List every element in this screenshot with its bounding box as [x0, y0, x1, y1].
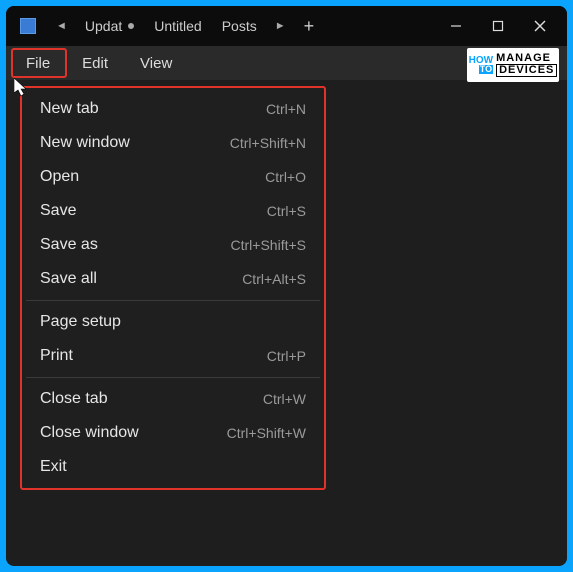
menu-item-shortcut: Ctrl+P — [267, 348, 306, 364]
tab-label: Updat — [85, 18, 122, 34]
menu-item-shortcut: Ctrl+Alt+S — [242, 271, 306, 287]
file-menu-item[interactable]: Save as Ctrl+Shift+S — [22, 228, 324, 262]
maximize-icon — [492, 20, 504, 32]
close-icon — [534, 20, 546, 32]
cursor-icon — [14, 78, 30, 98]
watermark-devices: DEVICES — [496, 64, 557, 77]
tab-1[interactable]: Untitled — [144, 12, 211, 40]
menu-view[interactable]: View — [124, 46, 188, 80]
watermark-to: TO — [479, 65, 493, 73]
titlebar: ◄ Updat Untitled Posts ► + — [6, 6, 567, 46]
tab-nav-prev[interactable]: ◄ — [48, 16, 75, 36]
app-icon — [20, 18, 36, 34]
menu-item-shortcut: Ctrl+Shift+W — [227, 425, 306, 441]
modified-dot-icon — [128, 23, 134, 29]
menu-item-label: Open — [40, 168, 79, 186]
file-menu-item[interactable]: Page setup — [22, 305, 324, 339]
window-controls — [435, 6, 561, 46]
menu-item-label: Save — [40, 202, 76, 220]
tab-0[interactable]: Updat — [75, 12, 144, 40]
menu-item-label: Save as — [40, 236, 98, 254]
watermark-manage: MANAGE — [496, 53, 557, 64]
close-button[interactable] — [519, 10, 561, 42]
menu-item-label: Exit — [40, 458, 67, 476]
file-menu-item[interactable]: Close window Ctrl+Shift+W — [22, 416, 324, 450]
menu-item-label: Page setup — [40, 313, 121, 331]
menu-item-shortcut: Ctrl+W — [263, 391, 306, 407]
maximize-button[interactable] — [477, 10, 519, 42]
watermark-logo: HOW TO MANAGE DEVICES — [467, 48, 559, 82]
menu-item-label: New window — [40, 134, 130, 152]
menu-item-shortcut: Ctrl+N — [266, 101, 306, 117]
tab-2[interactable]: Posts — [212, 12, 267, 40]
menu-item-label: Print — [40, 347, 73, 365]
menu-item-shortcut: Ctrl+Shift+S — [231, 237, 306, 253]
file-menu-item[interactable]: Open Ctrl+O — [22, 160, 324, 194]
file-menu-item[interactable]: Save all Ctrl+Alt+S — [22, 262, 324, 296]
menu-separator — [26, 300, 320, 301]
tab-nav-next[interactable]: ► — [267, 16, 294, 36]
minimize-icon — [450, 20, 462, 32]
menu-file[interactable]: File — [10, 46, 66, 80]
new-tab-button[interactable]: + — [294, 16, 325, 37]
menu-item-shortcut: Ctrl+S — [267, 203, 306, 219]
menu-item-shortcut: Ctrl+Shift+N — [230, 135, 306, 151]
file-menu-item[interactable]: Exit — [22, 450, 324, 484]
menu-item-label: Save all — [40, 270, 97, 288]
minimize-button[interactable] — [435, 10, 477, 42]
file-menu-item[interactable]: New tab Ctrl+N — [22, 92, 324, 126]
tab-label: Posts — [222, 18, 257, 34]
tab-label: Untitled — [154, 18, 201, 34]
file-dropdown-menu: New tab Ctrl+N New window Ctrl+Shift+N Open C… — [20, 86, 326, 490]
menu-item-label: Close window — [40, 424, 139, 442]
menu-separator — [26, 377, 320, 378]
menu-item-label: Close tab — [40, 390, 108, 408]
file-menu-item[interactable]: Print Ctrl+P — [22, 339, 324, 373]
file-menu-item[interactable]: New window Ctrl+Shift+N — [22, 126, 324, 160]
file-menu-item[interactable]: Save Ctrl+S — [22, 194, 324, 228]
menu-item-label: New tab — [40, 100, 99, 118]
file-menu-item[interactable]: Close tab Ctrl+W — [22, 382, 324, 416]
menu-item-shortcut: Ctrl+O — [265, 169, 306, 185]
app-window: ◄ Updat Untitled Posts ► + File — [6, 6, 567, 566]
menu-edit[interactable]: Edit — [66, 46, 124, 80]
